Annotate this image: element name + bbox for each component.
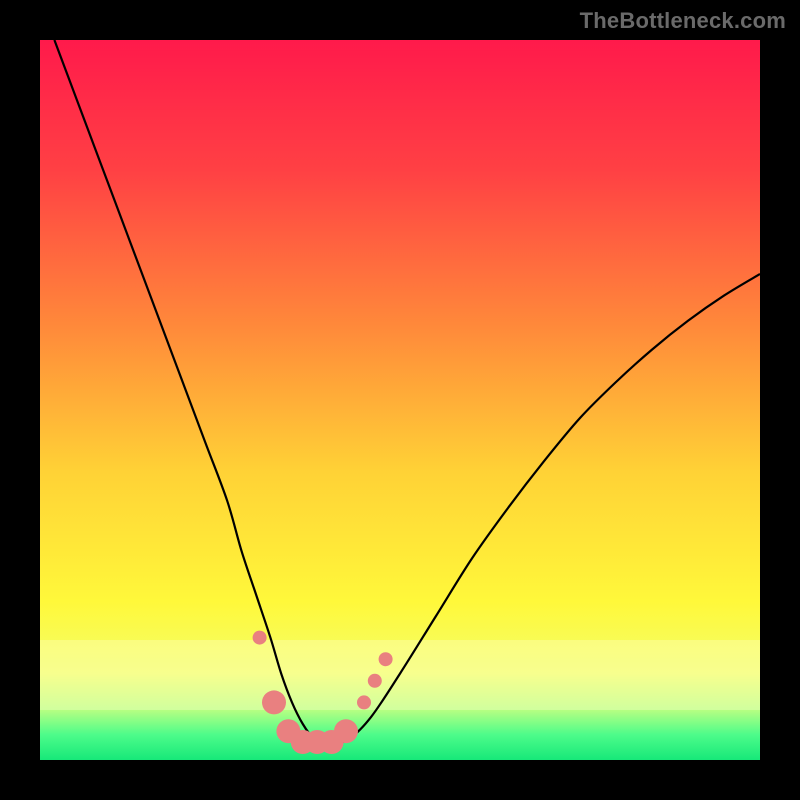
curve-marker	[368, 674, 382, 688]
plot-area	[40, 40, 760, 760]
chart-frame: TheBottleneck.com	[0, 0, 800, 800]
watermark-text: TheBottleneck.com	[580, 8, 786, 34]
curve-marker	[253, 631, 267, 645]
curve-marker	[357, 695, 371, 709]
curve-marker	[334, 719, 358, 743]
curve-marker	[379, 652, 393, 666]
curve-marker	[262, 690, 286, 714]
chart-canvas	[40, 40, 760, 760]
